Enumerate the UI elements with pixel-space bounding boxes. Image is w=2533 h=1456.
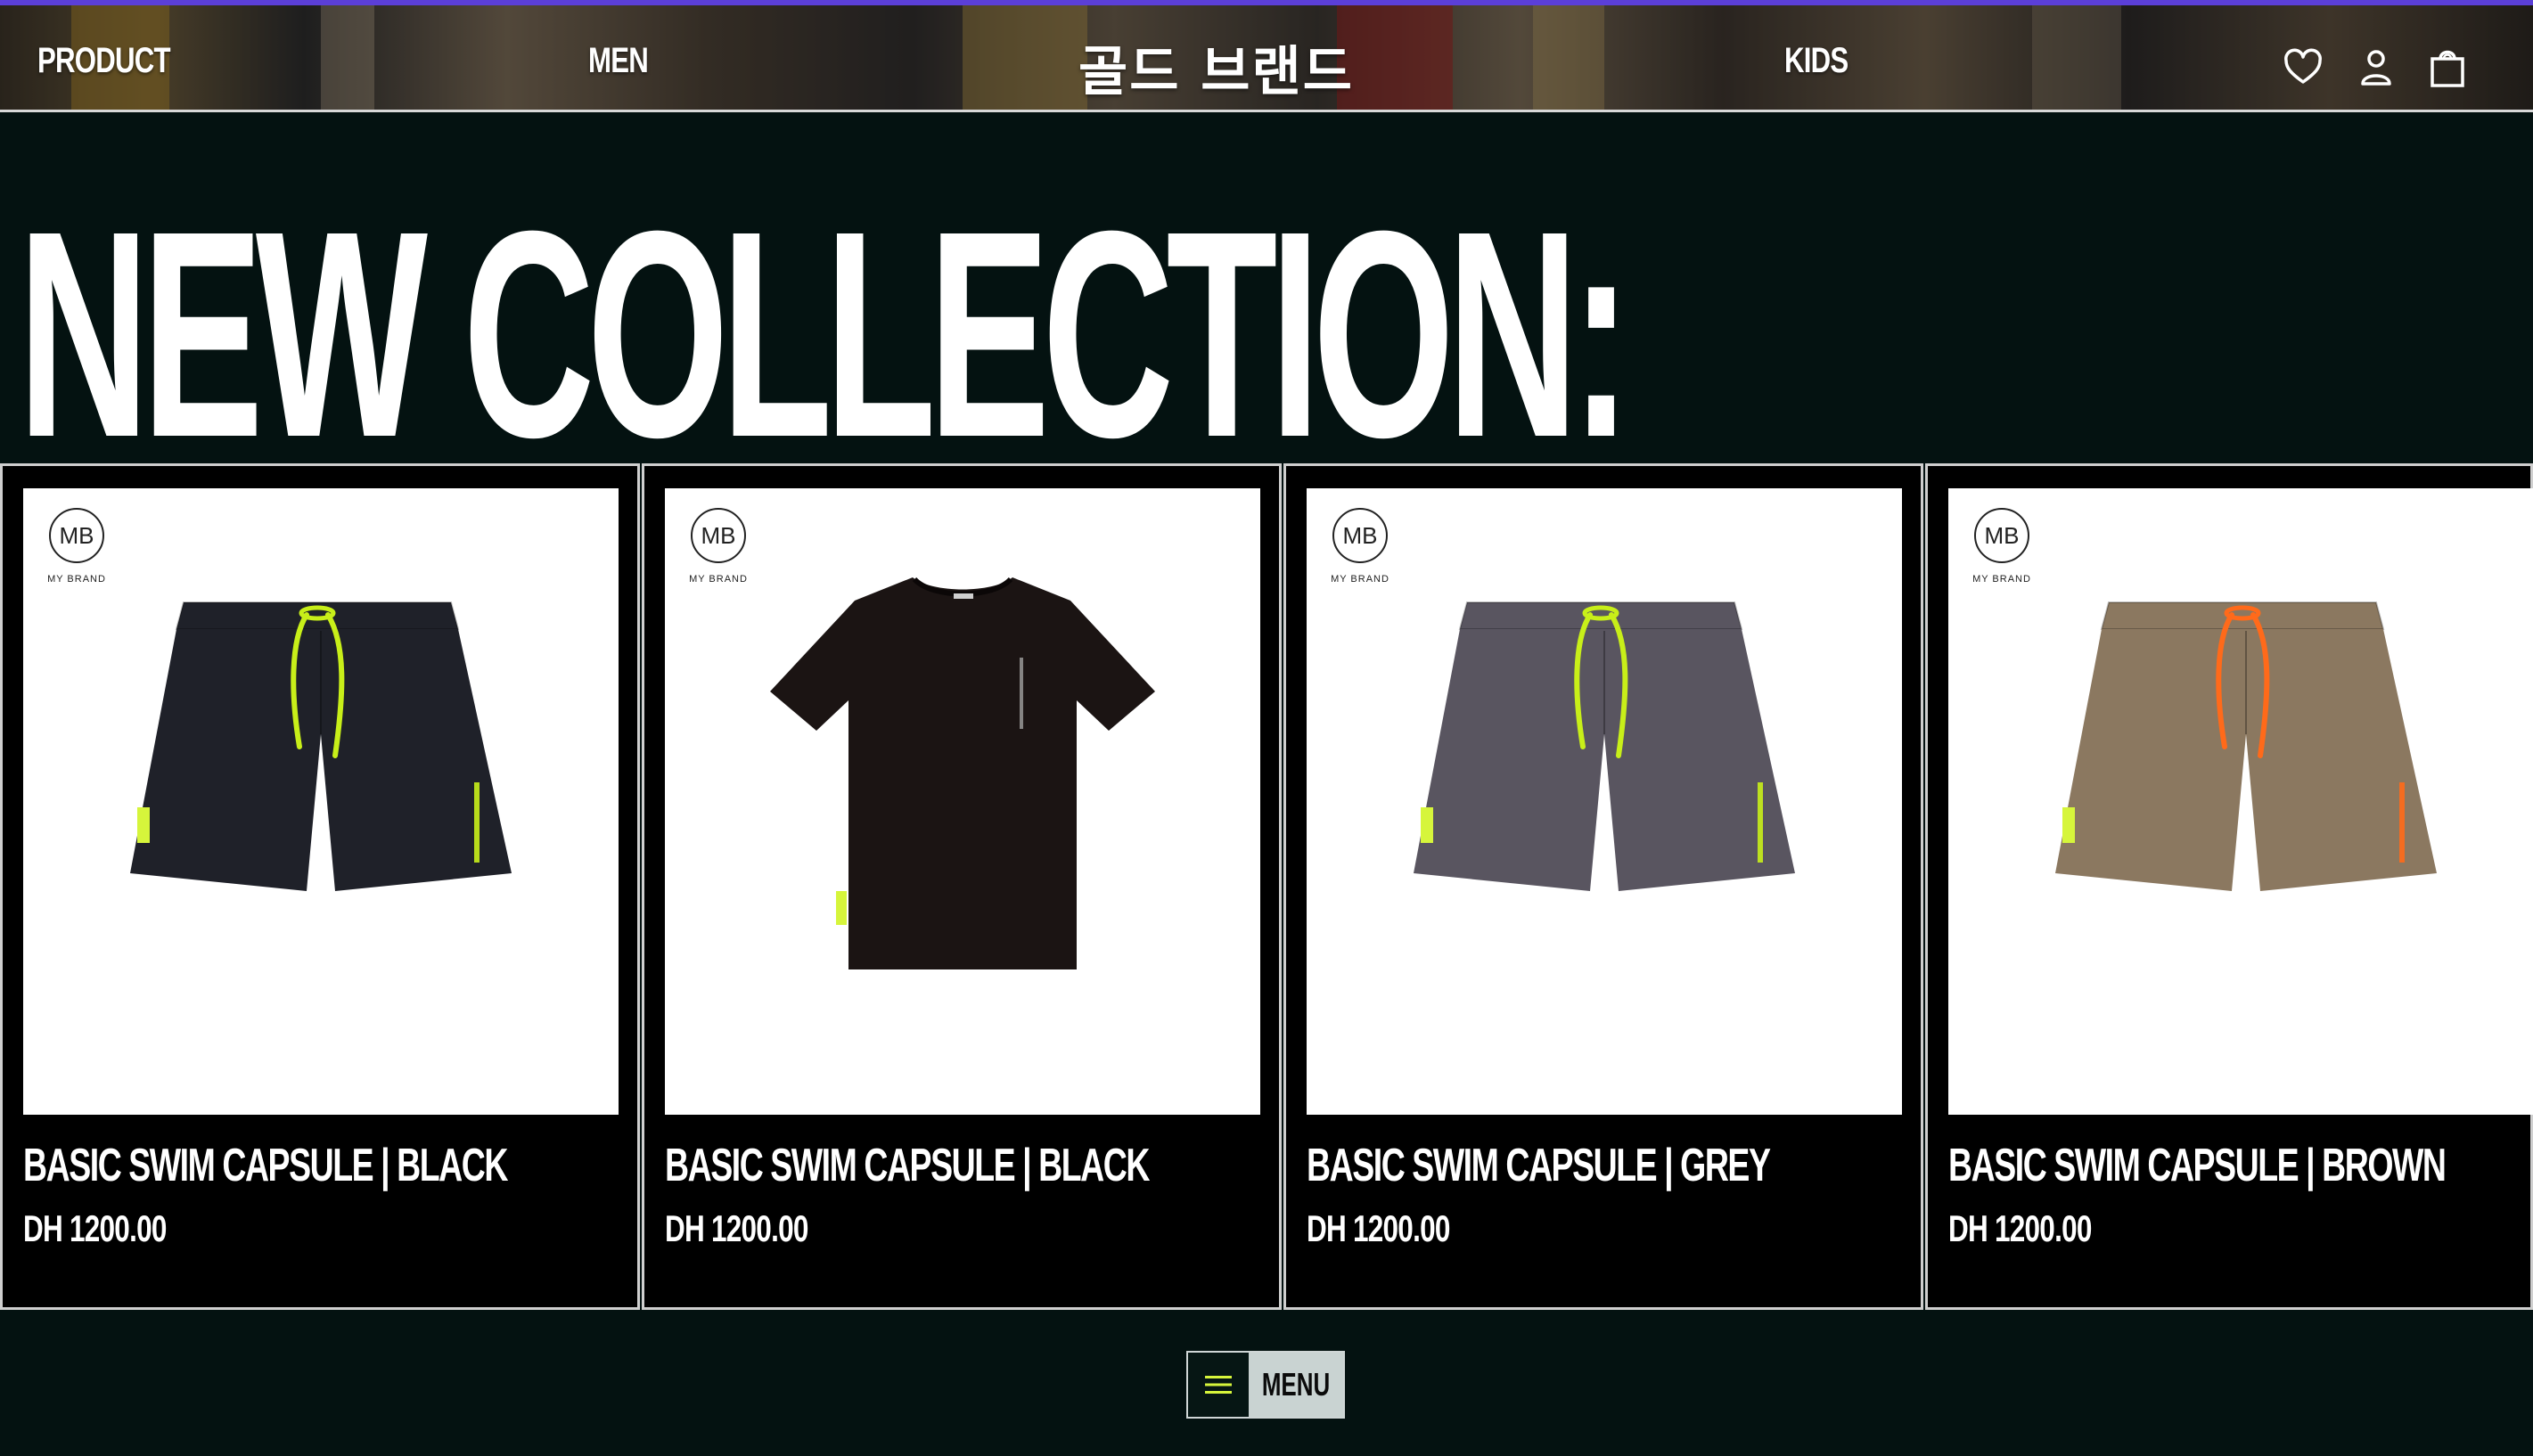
shorts-image <box>130 601 512 891</box>
shorts-shape <box>1414 601 1795 891</box>
heart-icon[interactable] <box>2282 46 2324 89</box>
nav-link-men[interactable]: MEN <box>588 41 649 81</box>
product-card[interactable]: MB MY BRAND BASIC SWIM CAPSULE | BLACK D… <box>0 463 640 1310</box>
menu-label[interactable]: MENU <box>1249 1353 1343 1417</box>
shorts-shape <box>130 601 512 891</box>
user-icon[interactable] <box>2355 46 2398 89</box>
product-name[interactable]: BASIC SWIM CAPSULE | BLACK <box>23 1139 508 1192</box>
product-card[interactable]: MB MY BRAND BASIC SWIM CAPSULE | BLACK D… <box>642 463 1282 1310</box>
menu-button[interactable]: MENU <box>1186 1351 1345 1419</box>
product-card[interactable]: MB MY BRAND BASIC SWIM CAPSULE | BROWN D… <box>1925 463 2533 1310</box>
product-card[interactable]: MB MY BRAND BASIC SWIM CAPSULE | GREY DH… <box>1283 463 1923 1310</box>
shorts-image <box>1414 601 1795 891</box>
shorts-shape <box>2055 601 2437 891</box>
brand-logo[interactable]: 골드 브랜드 <box>1078 29 1354 106</box>
shopping-bag-icon[interactable] <box>2426 46 2469 89</box>
product-name[interactable]: BASIC SWIM CAPSULE | BLACK <box>665 1139 1150 1192</box>
product-grid: MB MY BRAND BASIC SWIM CAPSULE | BLACK D… <box>0 463 2533 1310</box>
nav-link-kids[interactable]: KIDS <box>1784 41 1849 81</box>
product-image[interactable]: MB MY BRAND <box>1307 488 1902 1115</box>
product-name[interactable]: BASIC SWIM CAPSULE | BROWN <box>1948 1139 2447 1192</box>
product-image[interactable]: MB MY BRAND <box>665 488 1260 1115</box>
product-image[interactable]: MB MY BRAND <box>23 488 619 1115</box>
tshirt-shape <box>770 577 1155 969</box>
hamburger-icon[interactable] <box>1188 1353 1249 1417</box>
site-header: PRODUCT MEN 골드 브랜드 KIDS <box>0 5 2533 112</box>
product-price: DH 1200.00 <box>665 1207 808 1249</box>
shorts-image <box>2055 601 2437 891</box>
product-price: DH 1200.00 <box>1307 1207 1450 1249</box>
product-price: DH 1200.00 <box>1948 1207 2092 1249</box>
product-price: DH 1200.00 <box>23 1207 167 1249</box>
page-title: NEW COLLECTION: <box>18 169 1632 498</box>
tshirt-image <box>770 577 1155 969</box>
product-image[interactable]: MB MY BRAND <box>1948 488 2533 1115</box>
product-name[interactable]: BASIC SWIM CAPSULE | GREY <box>1307 1139 1771 1192</box>
nav-link-product[interactable]: PRODUCT <box>37 41 171 81</box>
